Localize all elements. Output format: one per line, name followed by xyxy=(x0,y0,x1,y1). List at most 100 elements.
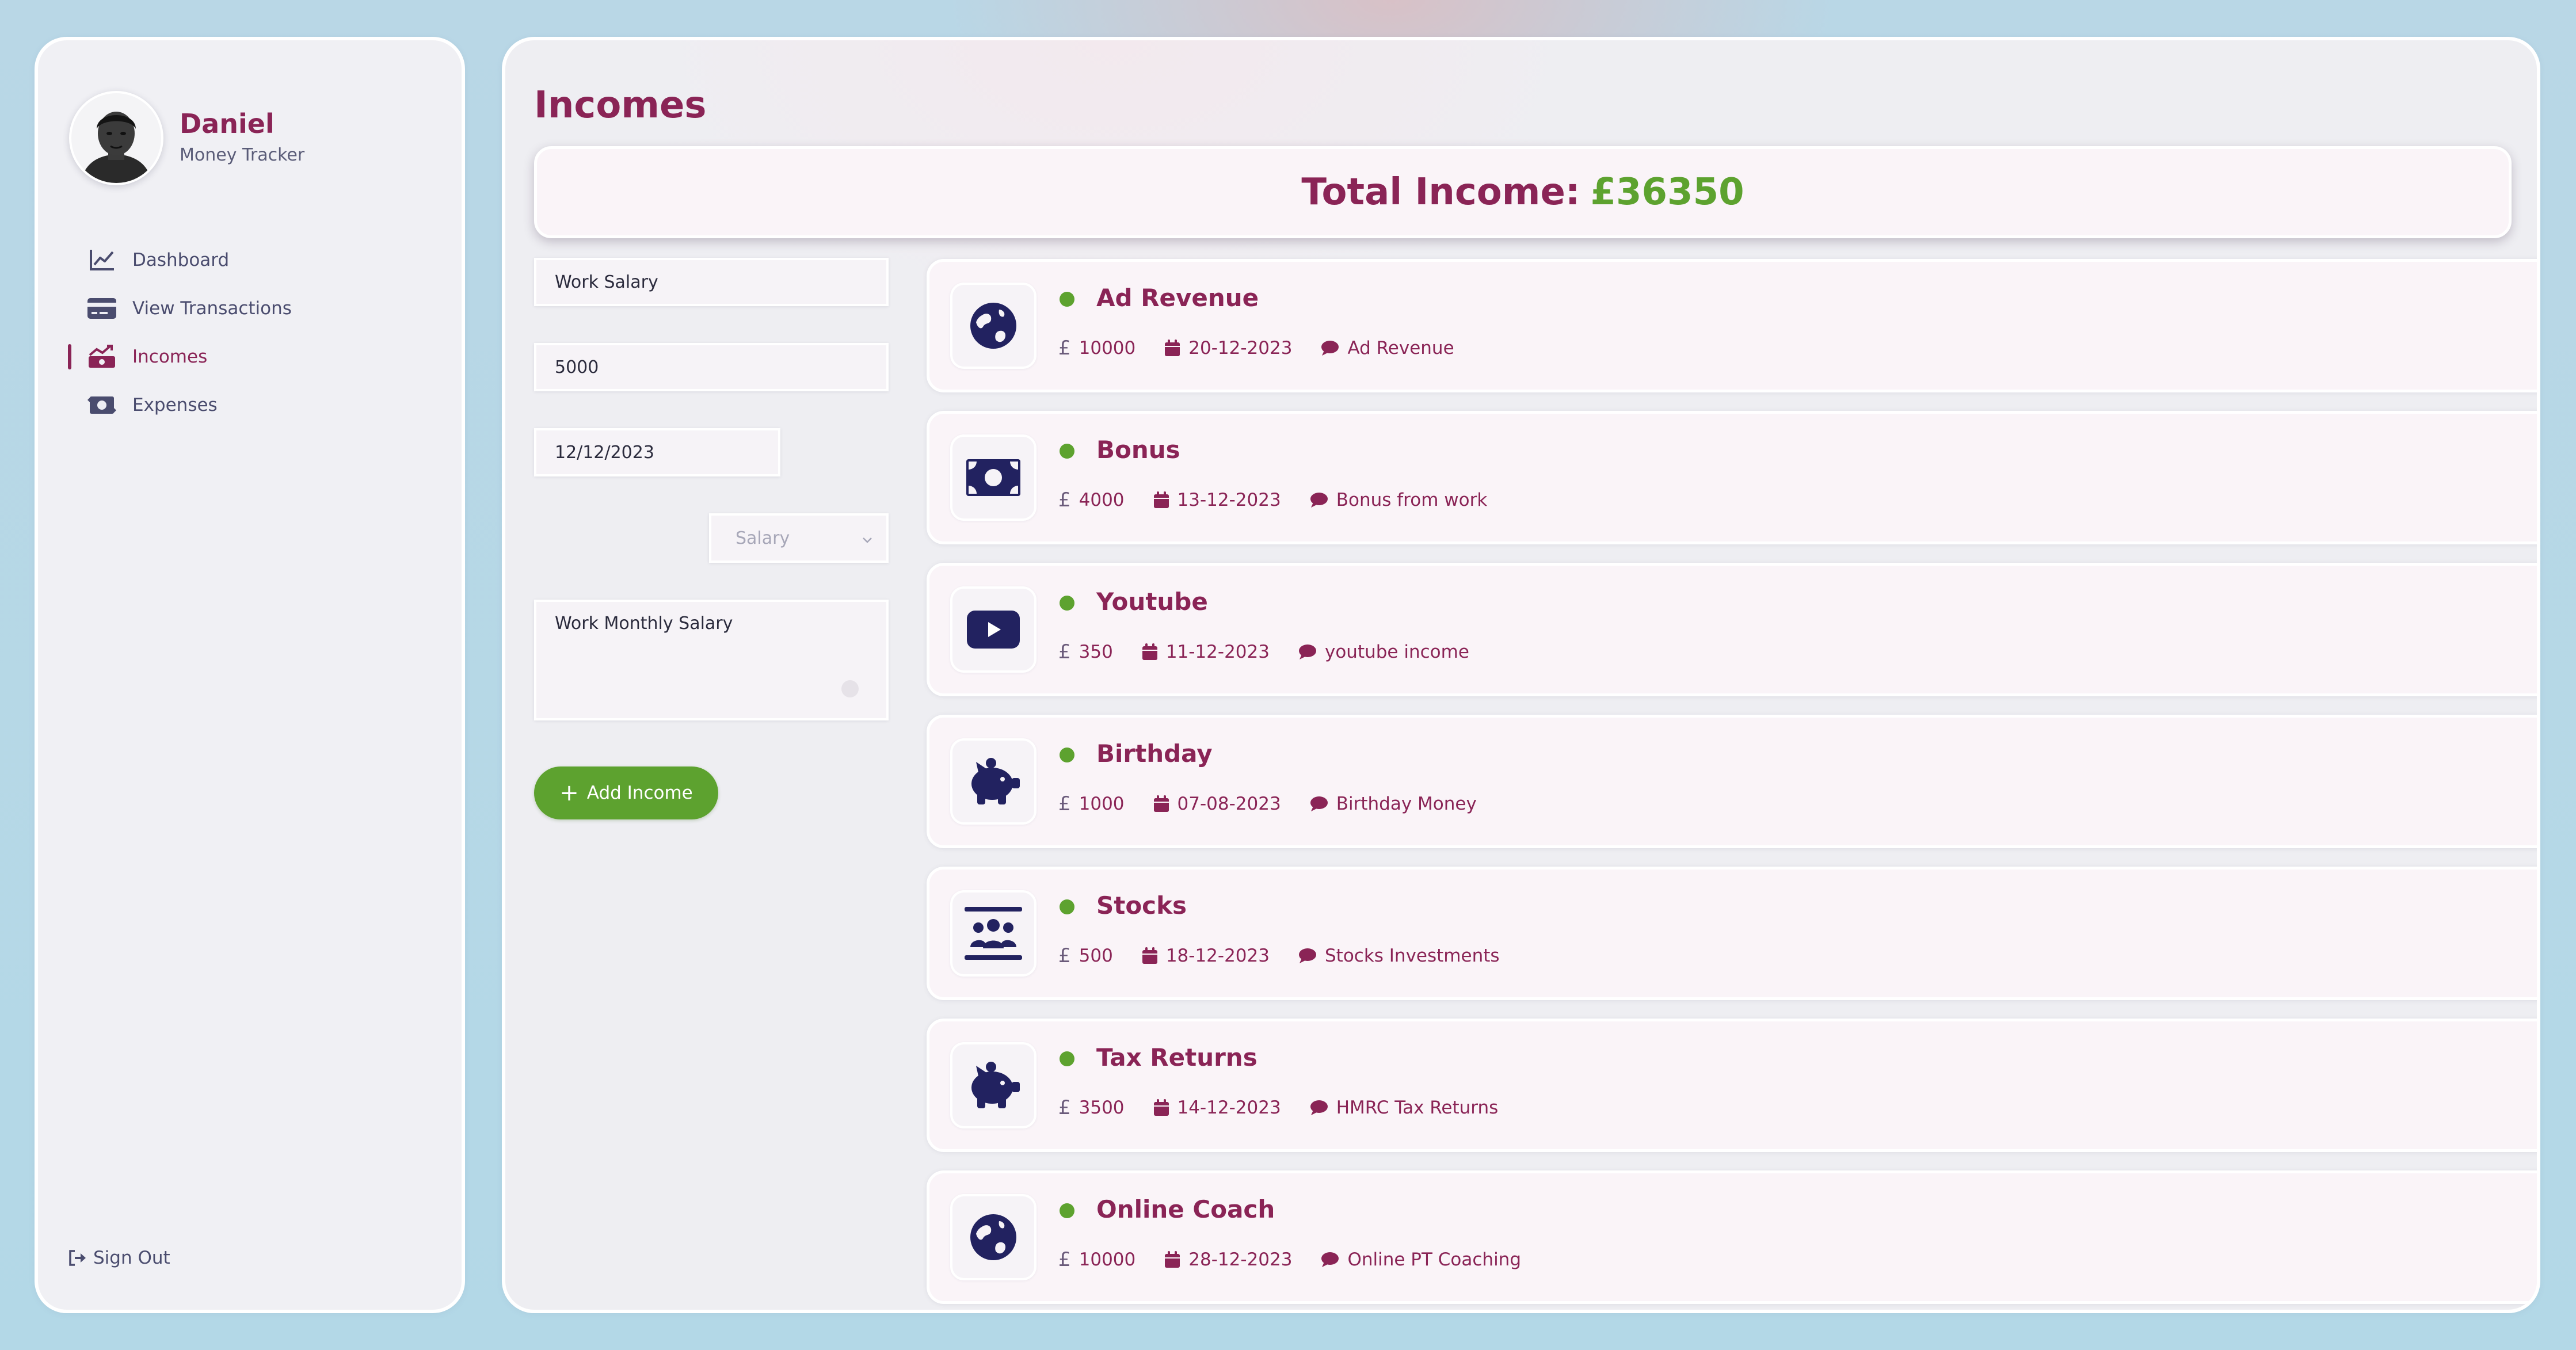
credit-card-icon xyxy=(86,296,117,321)
comment-icon xyxy=(1310,796,1328,812)
plus-icon: + xyxy=(559,780,579,806)
income-meta: £ 3500 14-12-2023 HMRC Tax Returns xyxy=(1058,1096,1498,1119)
income-icon-box xyxy=(950,1042,1037,1128)
income-title: Birthday xyxy=(1096,739,1213,768)
calendar-icon xyxy=(1153,1099,1169,1116)
comment-icon xyxy=(1321,340,1339,356)
income-item: Stocks £ 500 18-12-2023 Stocks Investmen… xyxy=(927,867,2537,1000)
calendar-icon xyxy=(1142,643,1158,661)
comment-icon xyxy=(1298,948,1317,964)
page-title: Incomes xyxy=(534,84,707,127)
income-description-textarea[interactable]: Work Monthly Salary xyxy=(534,600,889,720)
income-description-value: Work Monthly Salary xyxy=(555,613,733,634)
income-title: Tax Returns xyxy=(1096,1043,1257,1071)
income-item: Birthday £ 1000 07-08-2023 Birthday Mone… xyxy=(927,715,2537,848)
avatar xyxy=(69,91,163,185)
income-amount: 350 xyxy=(1079,642,1113,662)
comment-icon xyxy=(1321,1252,1339,1268)
calendar-icon xyxy=(1164,1251,1180,1268)
money-bill-icon xyxy=(966,459,1020,496)
sidebar-item-label: Incomes xyxy=(132,346,208,367)
comment-icon xyxy=(1310,492,1328,508)
user-name: Daniel xyxy=(180,108,275,139)
income-icon-box xyxy=(950,1194,1037,1280)
income-amount: 1000 xyxy=(1079,794,1125,814)
income-description: youtube income xyxy=(1324,642,1469,662)
pound-icon: £ xyxy=(1058,337,1071,360)
status-dot xyxy=(1060,1203,1074,1218)
income-amount: 500 xyxy=(1079,945,1113,966)
globe-icon xyxy=(969,302,1018,350)
income-date-value: 12/12/2023 xyxy=(555,442,654,463)
income-title: Stocks xyxy=(1096,891,1187,920)
pound-icon: £ xyxy=(1058,489,1071,512)
category-select-value: Salary xyxy=(736,528,790,548)
income-amount: 4000 xyxy=(1079,490,1125,510)
income-date: 14-12-2023 xyxy=(1177,1097,1281,1118)
sidebar-item-label: Dashboard xyxy=(132,250,230,270)
main-panel: Incomes Total Income: £36350 Work Salary… xyxy=(502,37,2540,1313)
income-item: Online Coach £ 10000 28-12-2023 Online P… xyxy=(927,1170,2537,1304)
status-dot xyxy=(1060,899,1074,914)
income-amount: 10000 xyxy=(1079,338,1136,359)
income-description: Ad Revenue xyxy=(1347,338,1454,359)
add-income-label: Add Income xyxy=(586,783,693,803)
sign-out-label: Sign Out xyxy=(93,1248,170,1268)
income-title: Online Coach xyxy=(1096,1195,1275,1223)
income-description: Online PT Coaching xyxy=(1347,1249,1522,1270)
calendar-icon xyxy=(1153,491,1169,509)
sidebar-item-dashboard[interactable]: Dashboard xyxy=(38,236,462,284)
income-title-value: Work Salary xyxy=(555,272,658,292)
income-icon-box xyxy=(950,586,1037,673)
income-icon-box xyxy=(950,283,1037,369)
income-date: 18-12-2023 xyxy=(1165,945,1270,966)
money-bill-transfer-icon xyxy=(86,392,117,418)
sidebar-item-view-transactions[interactable]: View Transactions xyxy=(38,284,462,333)
pound-icon: £ xyxy=(1058,792,1071,815)
income-date: 20-12-2023 xyxy=(1188,338,1293,359)
income-meta: £ 500 18-12-2023 Stocks Investments xyxy=(1058,944,1500,967)
total-income-amount: £36350 xyxy=(1590,171,1744,213)
calendar-icon xyxy=(1153,795,1169,813)
income-item: Youtube £ 350 11-12-2023 youtube income xyxy=(927,563,2537,696)
sidebar-item-expenses[interactable]: Expenses xyxy=(38,381,462,429)
income-description: Bonus from work xyxy=(1336,490,1488,510)
sign-out-button[interactable]: Sign Out xyxy=(68,1248,170,1268)
income-meta: £ 4000 13-12-2023 Bonus from work xyxy=(1058,489,1487,512)
status-dot xyxy=(1060,748,1074,762)
textarea-resize-handle[interactable] xyxy=(841,680,859,697)
add-income-button[interactable]: + Add Income xyxy=(534,766,718,819)
income-title-input[interactable]: Work Salary xyxy=(534,258,889,306)
income-item: Tax Returns £ 3500 14-12-2023 HMRC Tax R… xyxy=(927,1019,2537,1152)
income-item: Ad Revenue £ 10000 20-12-2023 Ad Revenue xyxy=(927,259,2537,392)
sidebar-nav: Dashboard View Transactions Incomes Expe… xyxy=(38,236,462,429)
pound-icon: £ xyxy=(1058,1248,1071,1271)
income-title: Ad Revenue xyxy=(1096,284,1259,312)
chevron-down-icon xyxy=(862,528,872,548)
income-date: 11-12-2023 xyxy=(1165,642,1270,662)
income-item: Bonus £ 4000 13-12-2023 Bonus from work xyxy=(927,411,2537,544)
globe-icon xyxy=(969,1213,1018,1261)
income-icon-box xyxy=(950,434,1037,521)
comment-icon xyxy=(1298,644,1317,660)
people-group-icon xyxy=(963,906,1023,961)
income-meta: £ 10000 28-12-2023 Online PT Coaching xyxy=(1058,1248,1521,1271)
income-meta: £ 1000 07-08-2023 Birthday Money xyxy=(1058,792,1477,815)
income-title: Youtube xyxy=(1096,588,1208,616)
income-amount-input[interactable]: 5000 xyxy=(534,343,889,391)
category-select[interactable]: Salary xyxy=(709,513,889,563)
income-date-input[interactable]: 12/12/2023 xyxy=(534,428,780,476)
pound-icon: £ xyxy=(1058,1096,1071,1119)
income-date: 07-08-2023 xyxy=(1177,794,1281,814)
income-icon-box xyxy=(950,738,1037,825)
income-list: Ad Revenue £ 10000 20-12-2023 Ad Revenue… xyxy=(927,259,2537,1310)
pound-icon: £ xyxy=(1058,640,1071,663)
sign-out-icon xyxy=(68,1249,87,1267)
sidebar-item-incomes[interactable]: Incomes xyxy=(38,333,462,381)
status-dot xyxy=(1060,1051,1074,1066)
income-title: Bonus xyxy=(1096,436,1180,464)
income-description: Stocks Investments xyxy=(1324,945,1500,966)
sidebar-item-label: Expenses xyxy=(132,395,218,415)
income-meta: £ 350 11-12-2023 youtube income xyxy=(1058,640,1469,663)
sidebar: Daniel Money Tracker Dashboard View Tran… xyxy=(35,37,465,1313)
